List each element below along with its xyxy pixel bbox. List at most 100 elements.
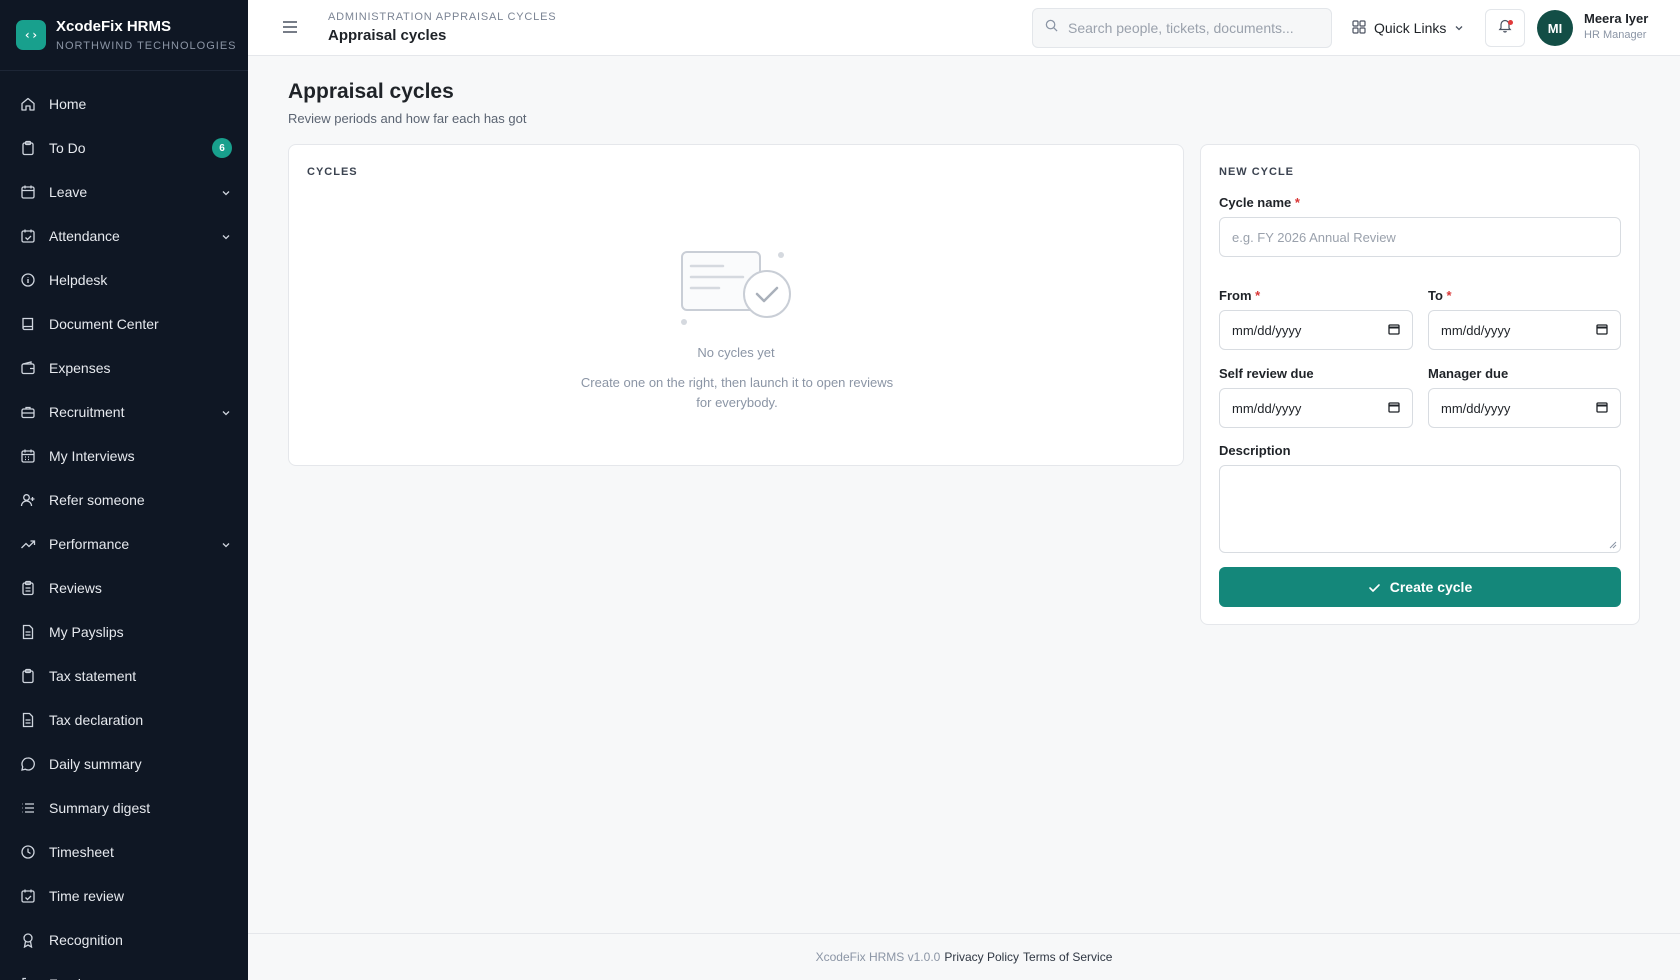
sidebar-item-performance[interactable]: Performance [0,522,248,566]
menu-toggle-icon[interactable] [282,19,298,35]
grid-icon [1352,19,1366,37]
sidebar-item-home[interactable]: Home [0,82,248,126]
sidebar-item-label: Recruitment [49,404,125,420]
sidebar-item-label: Recognition [49,932,123,948]
sidebar-item-recruitment[interactable]: Recruitment [0,390,248,434]
avatar[interactable]: MI [1537,10,1573,46]
sidebar-item-label: Time review [49,888,124,904]
required-mark: * [1446,288,1452,303]
sidebar-item-document-center[interactable]: Document Center [0,302,248,346]
notification-dot [1508,20,1513,25]
sidebar-item-feeds[interactable]: Feeds [0,962,248,980]
sidebar-item-label: Reviews [49,580,102,596]
sidebar-item-timesheet[interactable]: Timesheet [0,830,248,874]
cycle-name-input[interactable] [1232,229,1608,245]
list-icon [20,800,36,816]
calendar-icon[interactable] [1596,323,1608,338]
file-text-icon [20,712,36,728]
cycles-card: CYCLES No cycles yet Create one on the r… [288,144,1184,466]
from-label-text: From [1219,288,1252,303]
sidebar-item-label: Timesheet [49,844,114,860]
sidebar-item-my-payslips[interactable]: My Payslips [0,610,248,654]
global-search[interactable] [1032,8,1332,48]
self-review-due-input[interactable]: mm/dd/yyyy [1219,388,1413,428]
todo-count-badge: 6 [212,138,232,158]
home-icon [20,96,36,112]
empty-state-title: No cycles yet [697,345,775,360]
quick-links-button[interactable]: Quick Links [1352,18,1464,38]
sidebar-item-label: Refer someone [49,492,145,508]
sidebar-item-label: Tax statement [49,668,137,684]
from-date-input[interactable]: mm/dd/yyyy [1219,310,1413,350]
sidebar-item-daily-summary[interactable]: Daily summary [0,742,248,786]
chevron-down-icon[interactable] [220,406,232,418]
sidebar-item-label: My Interviews [49,448,135,464]
manager-due-value: mm/dd/yyyy [1441,400,1511,416]
manager-due-label: Manager due [1428,366,1509,381]
required-mark: * [1294,195,1300,210]
user-name[interactable]: Meera Iyer [1584,11,1648,26]
chevron-down-icon[interactable] [220,538,232,550]
privacy-policy-link[interactable]: Privacy Policy [944,950,1019,964]
sidebar-item-tax-declaration[interactable]: Tax declaration [0,698,248,742]
calendar-icon [20,184,36,200]
chevron-down-icon [1454,20,1464,36]
search-input[interactable] [1068,20,1318,36]
briefcase-icon [20,404,36,420]
sidebar-item-helpdesk[interactable]: Helpdesk [0,258,248,302]
sidebar-item-label: Feeds [49,976,232,980]
cycle-name-label-text: Cycle name [1219,195,1292,210]
sidebar-item-reviews[interactable]: Reviews [0,566,248,610]
sidebar-item-leave[interactable]: Leave [0,170,248,214]
sidebar-item-refer-someone[interactable]: Refer someone [0,478,248,522]
calendar-grid-icon [20,448,36,464]
manager-due-input[interactable]: mm/dd/yyyy [1428,388,1621,428]
create-cycle-button[interactable]: Create cycle [1219,567,1621,607]
sidebar-nav: Home To Do 6 Leave Attendance Helpdesk Documen… [0,71,248,980]
sidebar-item-label: Expenses [49,360,111,376]
to-label-text: To [1428,288,1443,303]
file-text-icon [20,624,36,640]
sidebar-item-recognition[interactable]: Recognition [0,918,248,962]
sidebar-item-label: Helpdesk [49,272,108,288]
sidebar-item-tax-statement[interactable]: Tax statement [0,654,248,698]
from-date-value: mm/dd/yyyy [1232,322,1302,338]
sidebar-item-to-do[interactable]: To Do 6 [0,126,248,170]
to-label: To * [1428,288,1452,303]
chevron-down-icon[interactable] [220,230,232,242]
description-textarea[interactable] [1219,465,1621,553]
brand-logo-icon: ‹› [16,20,46,50]
brand[interactable]: ‹› XcodeFix HRMS NORTHWIND TECHNOLOGIES [0,0,248,71]
sidebar-item-label: Leave [49,184,88,200]
cycle-name-field[interactable] [1219,217,1621,257]
clock-icon [20,844,36,860]
self-review-due-label: Self review due [1219,366,1314,381]
create-cycle-label: Create cycle [1389,579,1473,595]
chevron-down-icon[interactable] [220,186,232,198]
empty-state-illustration-icon [679,249,797,329]
notifications-button[interactable] [1485,9,1525,47]
calendar-icon[interactable] [1388,323,1400,338]
footer: XcodeFix HRMS v1.0.0 Privacy Policy Term… [248,933,1680,980]
sidebar-item-expenses[interactable]: Expenses [0,346,248,390]
sidebar-item-time-review[interactable]: Time review [0,874,248,918]
self-review-due-value: mm/dd/yyyy [1232,400,1302,416]
terms-of-service-link[interactable]: Terms of Service [1023,950,1112,964]
calendar-check-icon [20,228,36,244]
calendar-icon[interactable] [1388,401,1400,416]
brand-org: NORTHWIND TECHNOLOGIES [56,40,237,52]
sidebar-item-attendance[interactable]: Attendance [0,214,248,258]
quick-links-label: Quick Links [1374,20,1447,36]
page-subheading: Review periods and how far each has got [288,111,527,126]
clipboard-icon [20,668,36,684]
cycles-card-title: CYCLES [307,166,358,178]
to-date-input[interactable]: mm/dd/yyyy [1428,310,1621,350]
log-out-icon [20,976,36,980]
sidebar-item-my-interviews[interactable]: My Interviews [0,434,248,478]
resize-handle-icon[interactable] [1609,541,1617,549]
sidebar-item-summary-digest[interactable]: Summary digest [0,786,248,830]
empty-state-description: Create one on the right, then launch it … [580,375,894,410]
description-label: Description [1219,443,1291,458]
new-cycle-card-title: NEW CYCLE [1219,166,1294,178]
calendar-icon[interactable] [1596,401,1608,416]
